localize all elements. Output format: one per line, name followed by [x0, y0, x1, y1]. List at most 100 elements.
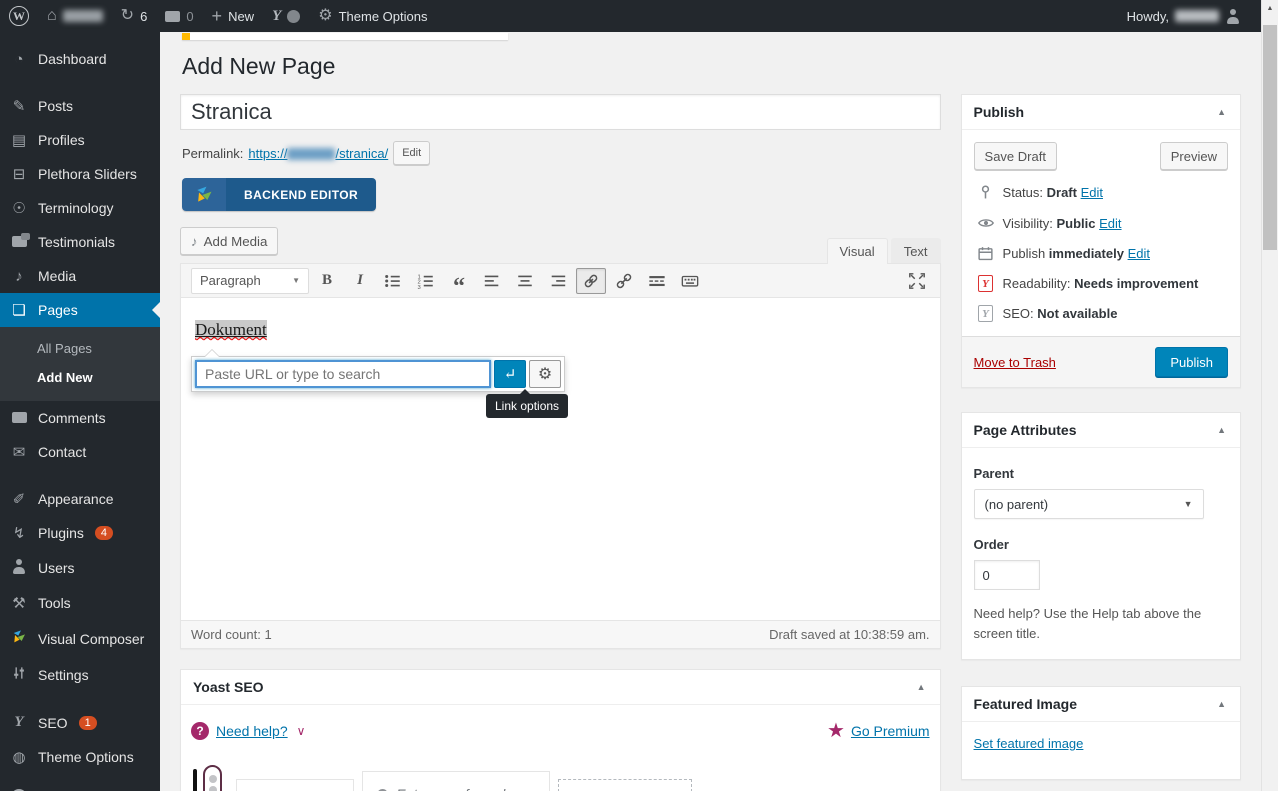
sidebar-item-contact[interactable]: ✉ Contact — [0, 435, 160, 469]
admin-menu: ◔ Dashboard ✎ Posts ▤ Profiles ⊟ Plethor… — [0, 32, 160, 791]
draft-saved-status: Draft saved at 10:38:59 am. — [769, 627, 929, 642]
save-draft-button[interactable]: Save Draft — [974, 142, 1057, 170]
tab-text[interactable]: Text — [891, 238, 941, 264]
sidebar-item-dashboard[interactable]: ◔ Dashboard — [0, 42, 160, 76]
sidebar-item-visual-composer[interactable]: Visual Composer — [0, 620, 160, 657]
plugins-update-badge: 4 — [95, 526, 113, 540]
selected-link-text[interactable]: Dokument — [195, 320, 267, 339]
edit-schedule-link[interactable]: Edit — [1128, 246, 1150, 261]
link-options-tooltip: Link options — [486, 394, 568, 418]
submenu-add-new[interactable]: Add New — [0, 363, 160, 392]
updates-menu[interactable]: ↻ 6 — [112, 0, 157, 32]
tab-visual[interactable]: Visual — [827, 238, 888, 264]
sidebar-item-posts[interactable]: ✎ Posts — [0, 89, 160, 123]
my-account-menu[interactable]: Howdy, — [1118, 0, 1249, 32]
sidebar-item-comments[interactable]: Comments — [0, 401, 160, 435]
plus-icon: + — [212, 7, 223, 25]
blockquote-button[interactable]: “ — [444, 268, 474, 294]
need-help-link[interactable]: Need help? — [216, 723, 288, 739]
sidebar-item-theme-options[interactable]: ◍ Theme Options — [0, 740, 160, 774]
sidebar-item-media[interactable]: ♪ Media — [0, 259, 160, 293]
permalink-label: Permalink: — [182, 146, 243, 161]
chevron-down-icon[interactable]: ∨ — [297, 724, 306, 738]
new-content-menu[interactable]: + New — [203, 0, 264, 32]
toolbar-toggle-button[interactable] — [675, 268, 705, 294]
schedule-row: Publish immediately Edit — [976, 245, 1228, 262]
tab-add-keyword[interactable]: + Add keyword — [558, 779, 692, 791]
move-to-trash-link[interactable]: Move to Trash — [974, 355, 1056, 370]
home-icon: ⌂ — [47, 8, 57, 24]
order-input[interactable] — [974, 560, 1040, 590]
site-name-menu[interactable]: ⌂ — [38, 0, 112, 32]
align-center-button[interactable] — [510, 268, 540, 294]
backend-editor-button[interactable]: BACKEND EDITOR — [182, 178, 376, 211]
yoast-adminbar-menu[interactable]: Y — [263, 0, 309, 32]
theme-options-adminbar[interactable]: ⚙ Theme Options — [309, 0, 436, 32]
collapse-menu-button[interactable]: ◀ Collapse menu — [0, 778, 160, 791]
link-url-input[interactable] — [195, 360, 491, 388]
submenu-all-pages[interactable]: All Pages — [0, 334, 160, 363]
edit-status-link[interactable]: Edit — [1081, 185, 1103, 200]
bullet-list-button[interactable] — [378, 268, 408, 294]
remove-link-button[interactable] — [609, 268, 639, 294]
publish-button[interactable]: Publish — [1155, 347, 1228, 377]
page-attributes-header[interactable]: Page Attributes ▲ — [962, 413, 1240, 448]
scrollbar-up-arrow[interactable]: ▲ — [1262, 0, 1278, 17]
collapse-toggle-icon[interactable]: ▲ — [1215, 425, 1228, 435]
collapse-arrow-icon: ◀ — [9, 787, 29, 791]
collapse-toggle-icon[interactable]: ▲ — [915, 682, 928, 692]
sidebar-item-terminology[interactable]: ☉ Terminology — [0, 191, 160, 225]
italic-button[interactable]: I — [345, 268, 375, 294]
tab-focus-keyword[interactable]: Enter your focus key... — [362, 771, 549, 791]
tab-readability[interactable]: Readability — [236, 779, 354, 791]
post-title-input[interactable] — [180, 94, 941, 130]
editor-content-area[interactable]: Dokument ↵ ⚙ Link options — [181, 298, 940, 620]
fullscreen-button[interactable] — [902, 268, 932, 294]
sidebar-item-users[interactable]: Users — [0, 550, 160, 586]
permalink-link[interactable]: https:///stranica/ — [248, 146, 388, 161]
go-premium-link[interactable]: Go Premium — [851, 723, 930, 739]
scrollbar-thumb[interactable] — [1263, 25, 1277, 250]
publish-header[interactable]: Publish ▲ — [962, 95, 1240, 130]
align-left-button[interactable] — [477, 268, 507, 294]
permalink-edit-button[interactable]: Edit — [393, 141, 430, 165]
add-media-button[interactable]: ♪ Add Media — [180, 227, 278, 255]
preview-button[interactable]: Preview — [1160, 142, 1228, 170]
wp-logo-menu[interactable]: W — [0, 0, 38, 32]
chevron-down-icon: ▼ — [1184, 499, 1193, 509]
edit-visibility-link[interactable]: Edit — [1099, 216, 1121, 231]
sidebar-item-seo[interactable]: Y SEO 1 — [0, 705, 160, 740]
envelope-icon: ✉ — [9, 445, 29, 460]
sidebar-item-profiles[interactable]: ▤ Profiles — [0, 123, 160, 157]
bold-button[interactable]: B — [312, 268, 342, 294]
page-scrollbar[interactable]: ▲ — [1261, 0, 1278, 791]
sidebar-item-settings[interactable]: Settings — [0, 657, 160, 692]
brush-icon: ✐ — [9, 492, 29, 507]
insert-link-button[interactable] — [576, 268, 606, 294]
wordpress-logo-icon: W — [9, 6, 29, 26]
page-title: Add New Page — [182, 53, 1241, 80]
read-more-button[interactable] — [642, 268, 672, 294]
sidebar-item-pages[interactable]: ❏ Pages — [0, 293, 160, 327]
apply-link-button[interactable]: ↵ — [494, 360, 526, 388]
align-right-button[interactable] — [543, 268, 573, 294]
featured-image-header[interactable]: Featured Image ▲ — [962, 687, 1240, 722]
sidebar-item-plethora-sliders[interactable]: ⊟ Plethora Sliders — [0, 157, 160, 191]
set-featured-image-link[interactable]: Set featured image — [974, 736, 1084, 751]
permalink-row: Permalink: https:///stranica/ Edit — [182, 141, 941, 165]
numbered-list-button[interactable]: 123 — [411, 268, 441, 294]
sidebar-item-plugins[interactable]: ↯ Plugins 4 — [0, 516, 160, 550]
link-options-button[interactable]: ⚙ — [529, 360, 561, 388]
paragraph-format-select[interactable]: Paragraph ▼ — [191, 268, 309, 294]
pin-icon: ✎ — [9, 99, 29, 114]
sidebar-item-appearance[interactable]: ✐ Appearance — [0, 482, 160, 516]
parent-select[interactable]: (no parent) ▼ — [974, 489, 1204, 519]
sidebar-item-tools[interactable]: ⚒ Tools — [0, 586, 160, 620]
collapse-toggle-icon[interactable]: ▲ — [1215, 699, 1228, 709]
yoast-seo-header[interactable]: Yoast SEO ▲ — [181, 670, 940, 705]
collapse-toggle-icon[interactable]: ▲ — [1215, 107, 1228, 117]
sidebar-item-testimonials[interactable]: Testimonials — [0, 225, 160, 259]
pin-status-icon — [976, 184, 996, 201]
comments-menu[interactable]: 0 — [156, 0, 202, 32]
tools-icon: ⚒ — [9, 596, 29, 611]
